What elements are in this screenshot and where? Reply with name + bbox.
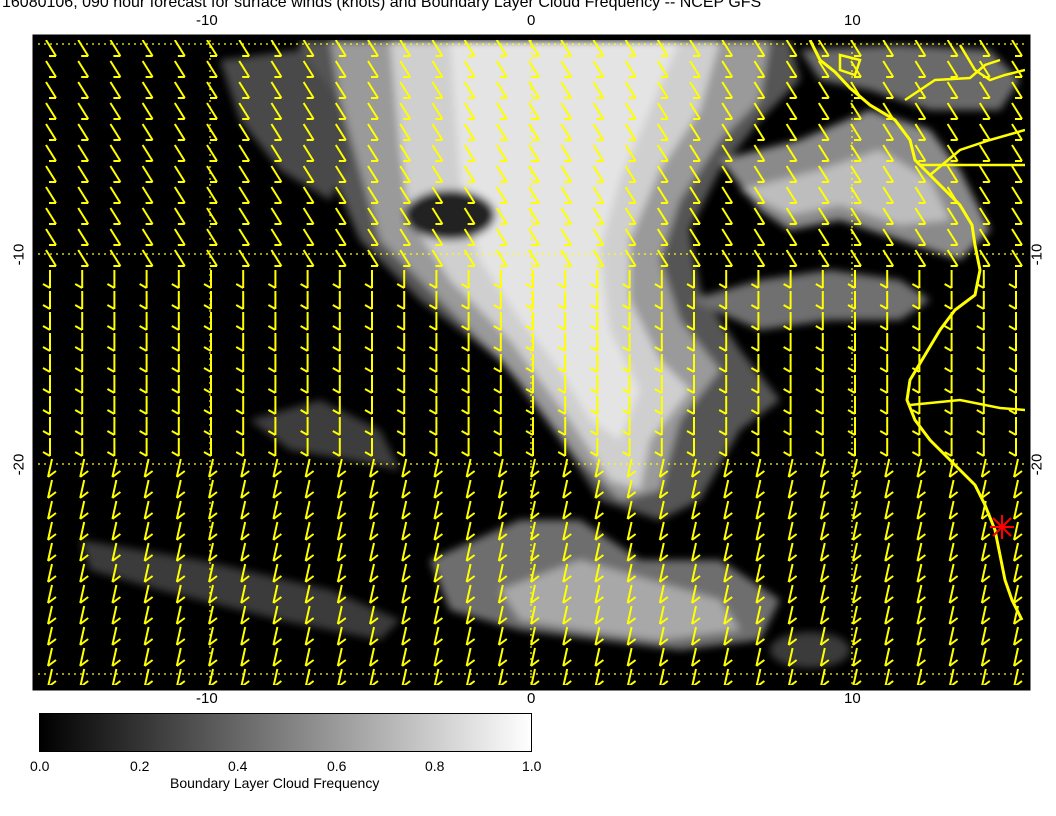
top-axis-bar bbox=[33, 35, 1030, 40]
colorbar-label-4: 0.8 bbox=[425, 758, 445, 774]
top-tick-10: 10 bbox=[844, 12, 861, 29]
left-tick-minus10: -10 bbox=[10, 243, 28, 266]
colorbar-label-3: 0.6 bbox=[327, 758, 347, 774]
top-tick-minus10: -10 bbox=[196, 12, 218, 29]
left-tick-minus20: -20 bbox=[10, 453, 28, 476]
colorbar bbox=[39, 713, 532, 752]
right-tick-minus10: -10 bbox=[1028, 243, 1046, 266]
top-tick-0: 0 bbox=[527, 12, 536, 29]
right-tick-minus20: -20 bbox=[1028, 453, 1046, 476]
bottom-tick-10: 10 bbox=[844, 690, 861, 707]
right-axis-bar bbox=[1025, 35, 1030, 690]
colorbar-label-5: 1.0 bbox=[522, 758, 542, 774]
colorbar-title: Boundary Layer Cloud Frequency bbox=[170, 775, 380, 791]
colorbar-label-2: 0.4 bbox=[228, 758, 248, 774]
colorbar-label-1: 0.2 bbox=[130, 758, 150, 774]
red-star-marker bbox=[990, 515, 1014, 539]
left-axis-bar bbox=[33, 35, 38, 690]
colorbar-label-0: 0.0 bbox=[30, 758, 50, 774]
bottom-tick-0: 0 bbox=[527, 690, 536, 707]
bottom-tick-minus10: -10 bbox=[196, 690, 218, 707]
